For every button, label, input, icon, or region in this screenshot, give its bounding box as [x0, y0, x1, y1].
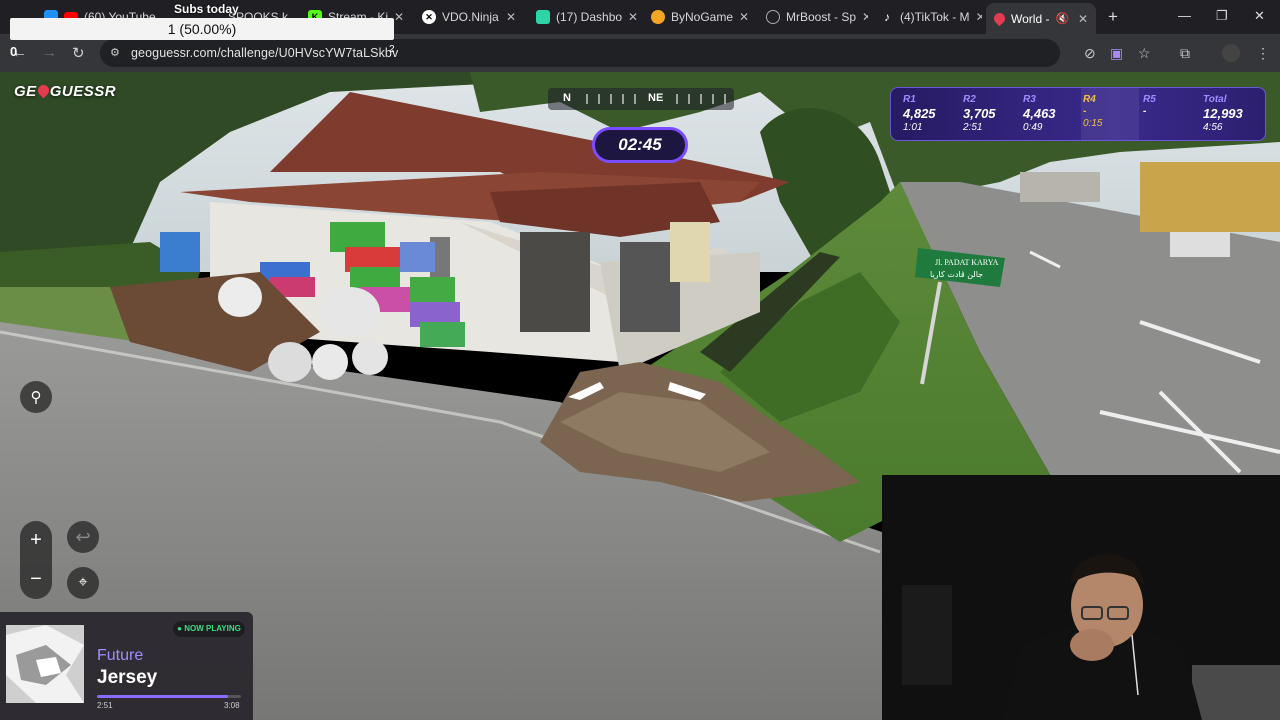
bookmark-star-icon[interactable]: ☆: [1138, 45, 1151, 62]
tab-bynogame[interactable]: ByNoGame ✕: [643, 5, 753, 29]
profile-avatar[interactable]: [1222, 44, 1240, 62]
track-title: Jersey: [97, 667, 158, 688]
subs-progress-bar: 1 (50.00%): [10, 18, 394, 40]
round-timer: 02:45: [592, 127, 688, 163]
camera-blocked-icon[interactable]: ⊘: [1084, 45, 1096, 62]
subs-start-value: 0: [10, 44, 18, 59]
subs-value: 1 (50.00%): [167, 21, 237, 37]
album-art-image: [6, 625, 84, 703]
vdo-ninja-icon: ✕: [422, 10, 436, 24]
subs-today-widget: Subs today 1 (50.00%) 0 2: [0, 0, 400, 59]
webcam-feed: [882, 475, 1280, 720]
street-sign-line2: جالن ڤادت کاريا: [930, 270, 983, 279]
mute-icon[interactable]: 🔇: [1055, 12, 1069, 25]
undo-icon: ↩: [75, 526, 91, 547]
tab-label: World -: [1011, 11, 1050, 26]
track-duration: 3:08: [224, 701, 240, 710]
flag-pin-icon: ⚲: [30, 389, 42, 406]
round-r3: R3 4,463 0:49: [1023, 94, 1056, 133]
round-r5: R5 -: [1143, 94, 1156, 117]
return-to-start-button[interactable]: ⌖: [67, 567, 99, 599]
compass-strip: N NE: [548, 88, 734, 110]
tiktok-icon: ♪: [884, 10, 890, 24]
round-r4: R4 - 0:15: [1083, 94, 1103, 129]
cast-icon[interactable]: ▣: [1110, 45, 1123, 62]
tab-label: (17) Dashbo: [556, 10, 623, 24]
tab-dashboard[interactable]: (17) Dashbo ✕: [528, 5, 638, 29]
score-panel: R1 4,825 1:01 R2 3,705 2:51 R3 4,463 0:4…: [890, 87, 1266, 141]
subs-title: Subs today: [174, 2, 239, 16]
close-icon[interactable]: ✕: [976, 10, 982, 24]
track-progress-bar: [97, 695, 241, 698]
now-playing-badge: ● NOW PLAYING: [173, 621, 245, 637]
location-pin-icon: ⌖: [78, 574, 88, 591]
url-text[interactable]: geoguessr.com/challenge/U0HVscYW7taLSkbv: [131, 46, 398, 60]
track-current-time: 2:51: [97, 701, 113, 710]
window-close-icon[interactable]: ✕: [1254, 8, 1265, 24]
close-icon[interactable]: ✕: [739, 10, 749, 24]
track-progress-fill: [97, 695, 229, 698]
street-sign-line1: Jl. PADAT KARYA: [935, 258, 999, 267]
bynogame-icon: [651, 10, 665, 24]
map-pin-icon: [35, 82, 51, 99]
geoguessr-pin-icon: [991, 10, 1008, 27]
site-info-icon[interactable]: ⚙: [110, 46, 122, 59]
tab-label: VDO.Ninja: [442, 10, 499, 24]
forward-arrow-icon[interactable]: →: [42, 44, 57, 61]
compass-northeast: NE: [648, 92, 664, 104]
tab-vdo-ninja[interactable]: ✕ VDO.Ninja ✕: [414, 5, 524, 29]
globe-icon: [766, 10, 780, 24]
track-artist: Future: [97, 647, 144, 664]
extensions-icon[interactable]: ⧉: [1180, 45, 1190, 62]
undo-move-button[interactable]: ↩: [67, 521, 99, 553]
compass-north: N: [563, 92, 571, 104]
zoom-out-button[interactable]: −: [20, 560, 52, 599]
report-location-button[interactable]: ⚲: [20, 381, 52, 413]
zoom-in-button[interactable]: +: [20, 521, 52, 560]
geoguessr-logo[interactable]: GE GUESSR: [14, 82, 116, 100]
new-tab-button[interactable]: +: [1100, 5, 1122, 29]
minimize-icon[interactable]: —: [1178, 8, 1191, 23]
menu-kebab-icon[interactable]: ⋮: [1256, 45, 1270, 62]
now-playing-widget: ● NOW PLAYING Future Jersey 2:51 3:08: [0, 612, 253, 720]
maximize-icon[interactable]: ❐: [1216, 8, 1228, 24]
round-r1: R1 4,825 1:01: [903, 94, 936, 133]
tab-tiktok[interactable]: ♪ (4)TikTok - M ✕: [872, 5, 982, 29]
zoom-controls: + −: [20, 521, 52, 599]
close-icon[interactable]: ✕: [862, 10, 868, 24]
close-icon[interactable]: ✕: [628, 10, 638, 24]
tab-mrboost[interactable]: MrBoost - Sp ✕: [758, 5, 868, 29]
webcam-image: [882, 475, 1280, 720]
round-r2: R2 3,705 2:51: [963, 94, 996, 133]
reload-icon[interactable]: ↻: [72, 44, 85, 62]
subs-goal-value: 2: [389, 44, 395, 55]
round-total: Total 12,993 4:56: [1203, 94, 1243, 133]
tab-label: ByNoGame: [671, 10, 734, 24]
close-icon[interactable]: ✕: [1078, 12, 1088, 26]
dashboard-icon: [536, 10, 550, 24]
tab-label: (4)TikTok - M: [900, 10, 970, 24]
album-art: [6, 625, 84, 703]
tab-label: MrBoost - Sp: [786, 10, 857, 24]
close-icon[interactable]: ✕: [506, 10, 516, 24]
tab-geoguessr[interactable]: World - 🔇 ✕: [986, 3, 1096, 34]
